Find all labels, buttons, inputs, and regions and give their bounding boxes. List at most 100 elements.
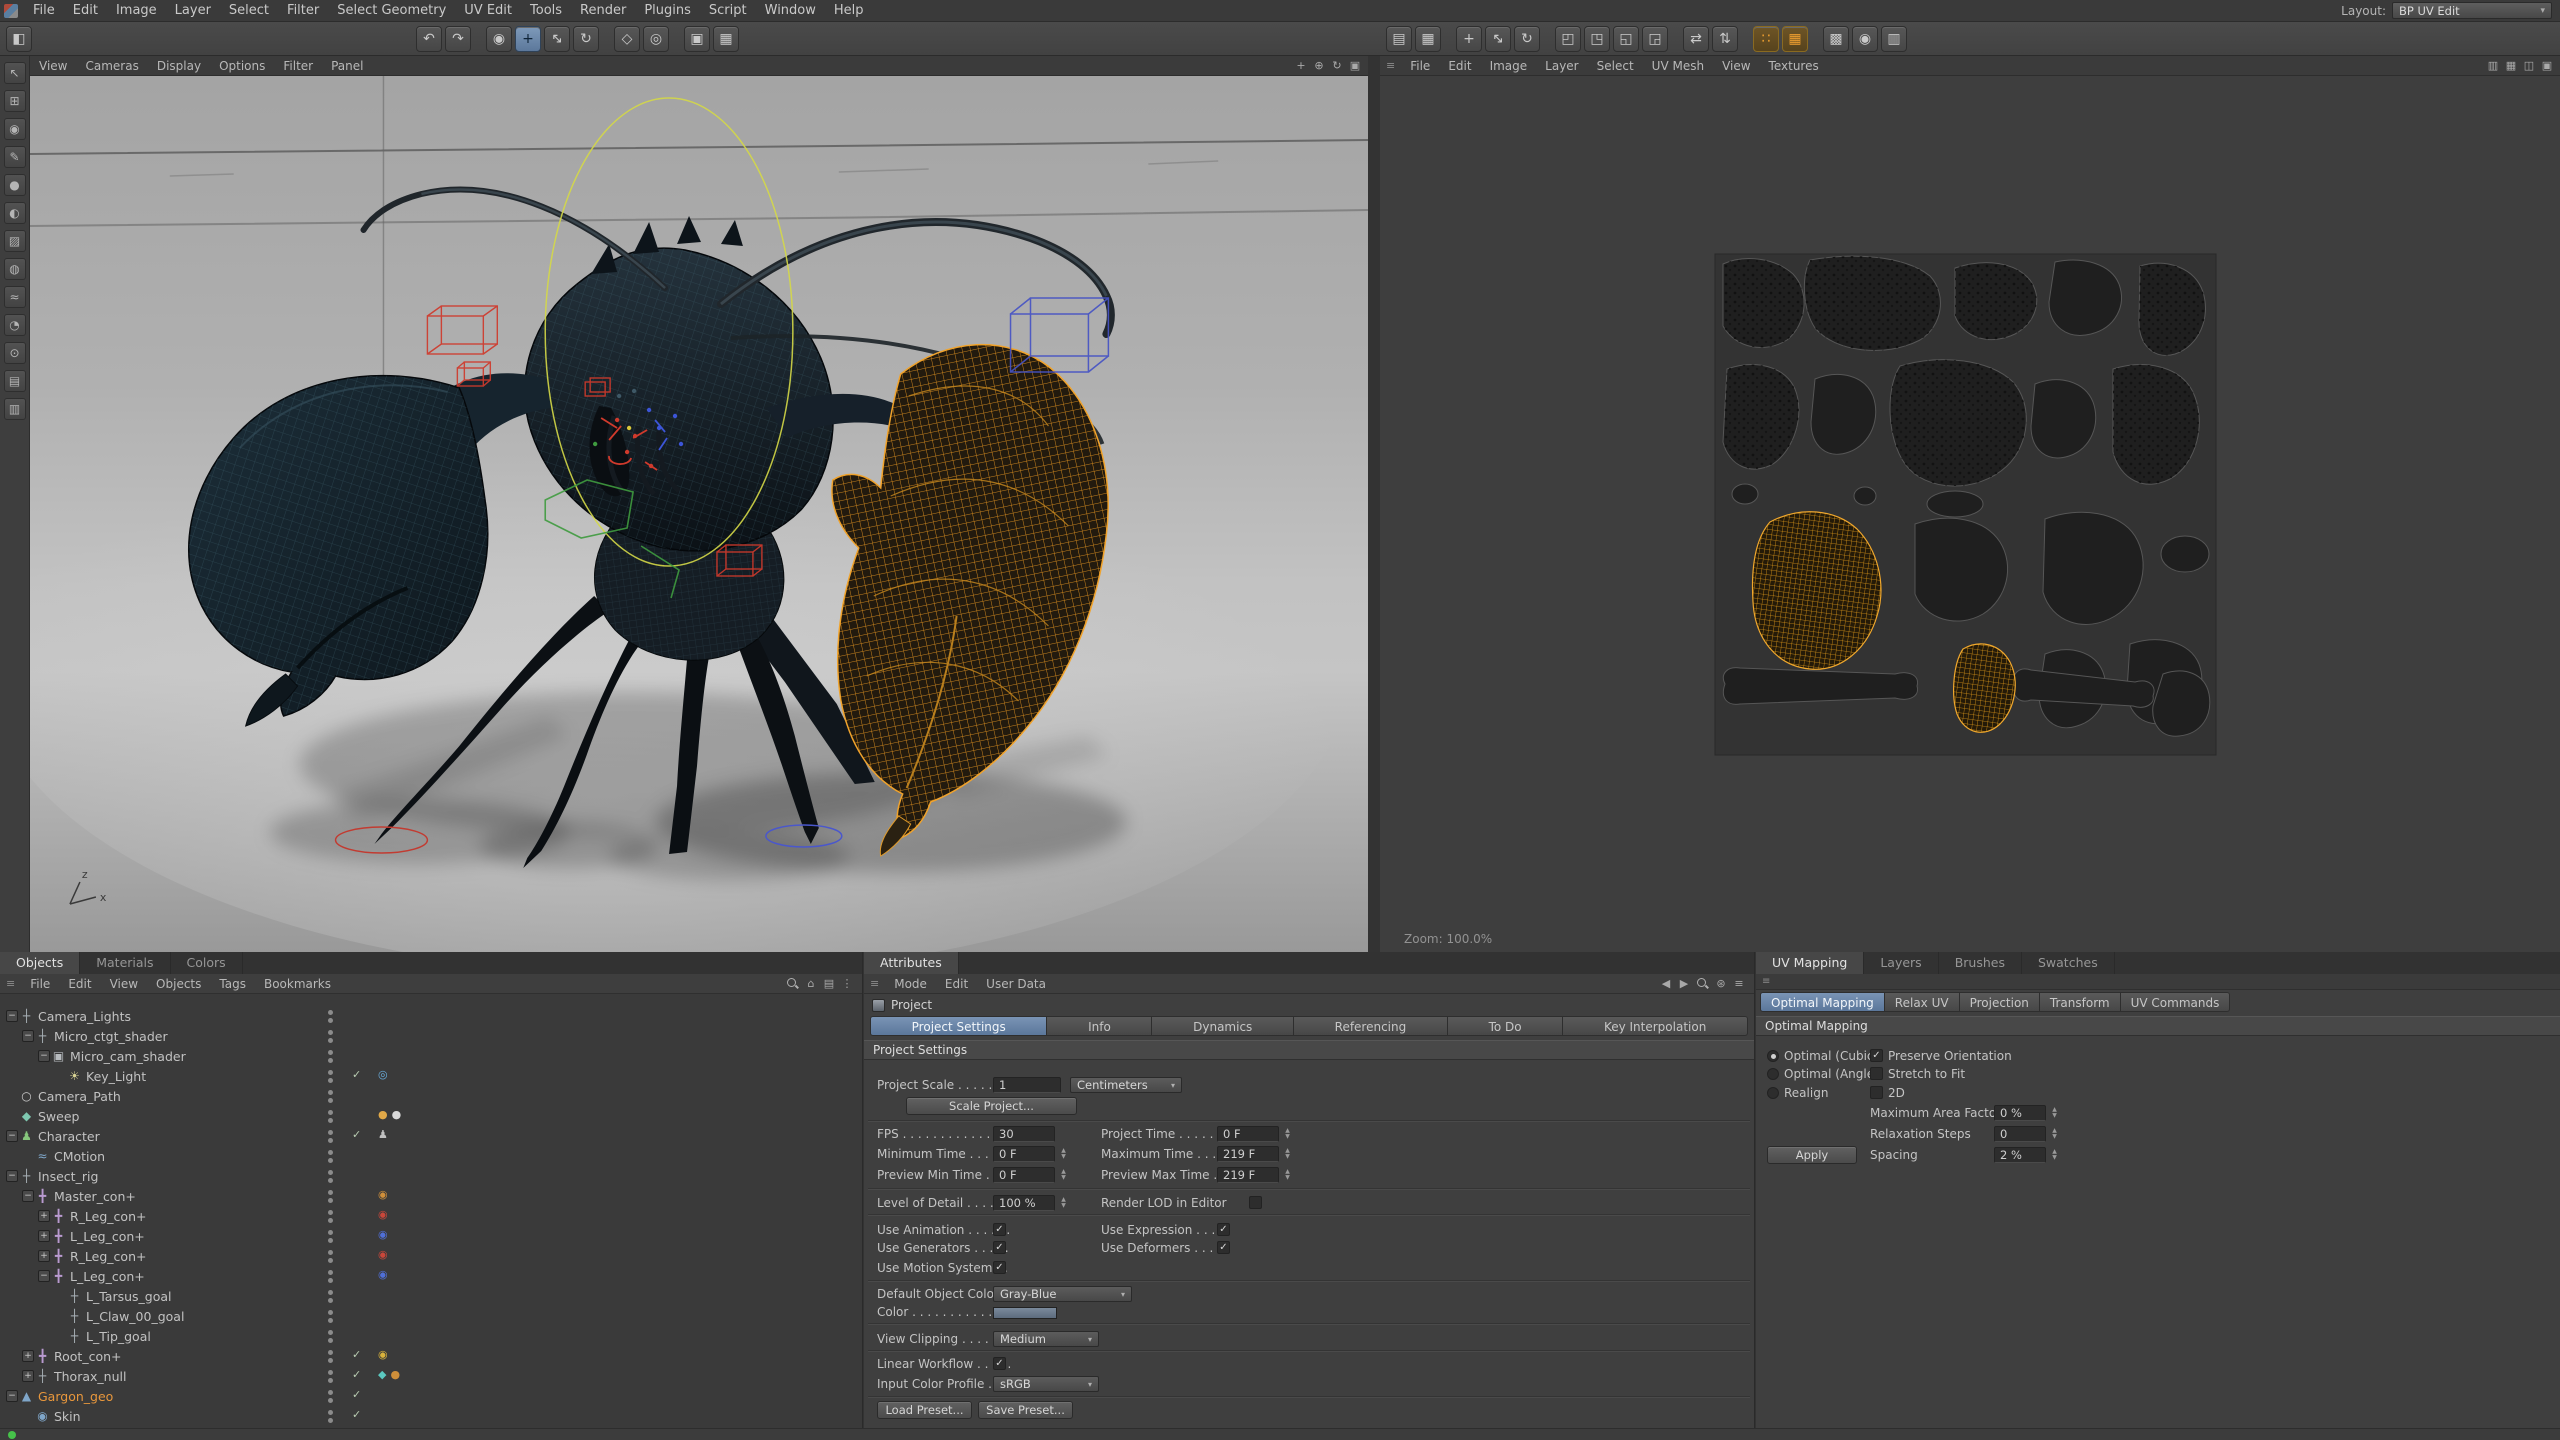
enable-check-icon[interactable]: ✓ [352, 1388, 361, 1401]
preview-min-input[interactable]: 0 F [993, 1167, 1055, 1183]
nav-back-icon[interactable]: ◀ [1657, 976, 1675, 992]
controller-tag-icon[interactable]: ◉ [378, 1188, 388, 1201]
om-menu-bookmarks[interactable]: Bookmarks [255, 974, 340, 994]
last-tool-icon[interactable]: ◇ [614, 26, 640, 52]
collapse-icon[interactable]: − [22, 1030, 34, 1042]
uv-grid-c-icon[interactable]: ◱ [1613, 26, 1639, 52]
visibility-dots[interactable] [328, 1128, 333, 1144]
scale-tool-icon[interactable]: ↔ [544, 26, 570, 52]
controller-tag-icon[interactable]: ◉ [378, 1208, 388, 1221]
2d-checkbox[interactable] [1870, 1086, 1883, 1099]
stepper[interactable]: ▲▼ [1058, 1195, 1069, 1211]
atab-project-settings[interactable]: Project Settings [870, 1016, 1047, 1036]
visibility-dots[interactable] [328, 1248, 333, 1264]
redo-icon[interactable]: ↷ [445, 26, 471, 52]
visibility-dots[interactable] [328, 1088, 333, 1104]
project-scale-input[interactable]: 1 [993, 1077, 1061, 1093]
stepper[interactable]: ▲▼ [1282, 1146, 1293, 1162]
subtab-relax-uv[interactable]: Relax UV [1885, 992, 1960, 1012]
views-icon[interactable]: ▤ [820, 976, 838, 992]
tree-row[interactable]: + ╋ Root_con+ ✓ ◉ [0, 1346, 862, 1366]
zoom-view-icon[interactable]: ⊕ [1310, 58, 1328, 74]
menu-layer[interactable]: Layer [166, 0, 220, 22]
color-swatch[interactable] [993, 1307, 1057, 1319]
circle-select-tool-icon[interactable]: ◉ [4, 118, 26, 140]
vp-menu-cameras[interactable]: Cameras [76, 56, 147, 76]
tree-row[interactable]: + ┼ Thorax_null ✓ ◆● [0, 1366, 862, 1386]
menu-window[interactable]: Window [756, 0, 825, 22]
vp-menu-panel[interactable]: Panel [322, 56, 372, 76]
collapse-icon[interactable]: − [6, 1170, 18, 1182]
tab-colors[interactable]: Colors [171, 952, 243, 974]
project-scale-unit-dropdown[interactable]: Centimeters▾ [1070, 1077, 1182, 1093]
stamp-tool-icon[interactable]: ⊙ [4, 342, 26, 364]
phong-tag-icon[interactable]: ● [392, 1108, 402, 1121]
uv-scale-icon[interactable]: ↔ [1485, 26, 1511, 52]
optimal-cubic-radio[interactable] [1767, 1050, 1779, 1062]
rotate-view-icon[interactable]: ↻ [1328, 58, 1346, 74]
tree-row[interactable]: ┼ L_Tip_goal [0, 1326, 862, 1346]
subtab-projection[interactable]: Projection [1960, 992, 2040, 1012]
uv-grid-b-icon[interactable]: ◳ [1584, 26, 1610, 52]
vp-menu-display[interactable]: Display [148, 56, 210, 76]
menu-edit[interactable]: Edit [64, 0, 107, 22]
uv-grid-d-icon[interactable]: ◲ [1642, 26, 1668, 52]
grip-icon[interactable]: ≡ [1380, 59, 1401, 72]
character-tag-icon[interactable]: ♟ [378, 1128, 388, 1141]
project-time-input[interactable]: 0 F [1217, 1126, 1279, 1142]
tree-row[interactable]: ◆ Sweep ●● [0, 1106, 862, 1126]
visibility-dots[interactable] [328, 1368, 333, 1384]
default-color-dropdown[interactable]: Gray-Blue▾ [993, 1286, 1132, 1302]
controller-tag-icon[interactable]: ◉ [378, 1248, 388, 1261]
move-tool-icon[interactable]: + [515, 26, 541, 52]
uv-point-select-icon[interactable]: ∷ [1753, 26, 1779, 52]
use-animation-checkbox[interactable]: ✓ [993, 1223, 1006, 1236]
tree-row[interactable]: + ╋ R_Leg_con+ ◉ [0, 1246, 862, 1266]
menu-filter[interactable]: Filter [278, 0, 328, 22]
visibility-dots[interactable] [328, 1268, 333, 1284]
burn-tool-icon[interactable]: ◔ [4, 314, 26, 336]
om-menu-objects[interactable]: Objects [147, 974, 210, 994]
expand-icon[interactable]: + [38, 1230, 50, 1242]
visibility-dots[interactable] [328, 1188, 333, 1204]
target-tag-icon[interactable]: ◎ [378, 1068, 388, 1081]
dodge-tool-icon[interactable]: ◐ [4, 202, 26, 224]
fps-input[interactable]: 30 [993, 1126, 1055, 1142]
load-preset-button[interactable]: Load Preset... [877, 1401, 972, 1419]
atab-dynamics[interactable]: Dynamics [1152, 1016, 1294, 1036]
tree-row-selected[interactable]: − ▲ Gargon_geo ✓ [0, 1386, 862, 1406]
tree-row[interactable]: + ╋ R_Leg_con+ ◉ [0, 1206, 862, 1226]
collapse-icon[interactable]: − [22, 1190, 34, 1202]
uv-canvas[interactable]: Zoom: 100.0% [1380, 76, 2560, 952]
relaxation-steps-input[interactable]: 0 [1994, 1126, 2046, 1142]
uv-menu-select[interactable]: Select [1588, 56, 1643, 76]
visibility-dots[interactable] [328, 1308, 333, 1324]
channels-icon[interactable]: ◫ [2520, 58, 2538, 74]
rotate-tool-icon[interactable]: ↻ [573, 26, 599, 52]
visibility-dots[interactable] [328, 1228, 333, 1244]
brush-tool-icon[interactable]: ● [4, 174, 26, 196]
atab-referencing[interactable]: Referencing [1294, 1016, 1448, 1036]
controller-tag-icon[interactable]: ◉ [378, 1228, 388, 1241]
smoothing-tag-icon[interactable]: ● [378, 1108, 388, 1121]
expand-icon[interactable]: + [22, 1350, 34, 1362]
visibility-dots[interactable] [328, 1388, 333, 1404]
menu-uv-edit[interactable]: UV Edit [455, 0, 521, 22]
uv-settings-icon[interactable]: ▥ [1881, 26, 1907, 52]
atab-info[interactable]: Info [1047, 1016, 1152, 1036]
uv-move-icon[interactable]: + [1456, 26, 1482, 52]
layers-tool-icon[interactable]: ▤ [4, 370, 26, 392]
visibility-dots[interactable] [328, 1288, 333, 1304]
input-profile-dropdown[interactable]: sRGB▾ [993, 1376, 1099, 1392]
mask-tool-icon[interactable]: ▥ [4, 398, 26, 420]
enable-check-icon[interactable]: ✓ [352, 1128, 361, 1141]
spacing-input[interactable]: 2 % [1994, 1147, 2046, 1163]
enable-check-icon[interactable]: ✓ [352, 1068, 361, 1081]
visibility-dots[interactable] [328, 1148, 333, 1164]
uv-poly-mode-icon[interactable]: ▦ [1415, 26, 1441, 52]
rect-select-tool-icon[interactable]: ⊞ [4, 90, 26, 112]
tree-row[interactable]: − ╋ L_Leg_con+ ◉ [0, 1266, 862, 1286]
tab-uv-mapping[interactable]: UV Mapping [1756, 952, 1864, 974]
layout-dropdown[interactable]: BP UV Edit ▾ [2392, 2, 2552, 19]
om-menu-view[interactable]: View [101, 974, 147, 994]
